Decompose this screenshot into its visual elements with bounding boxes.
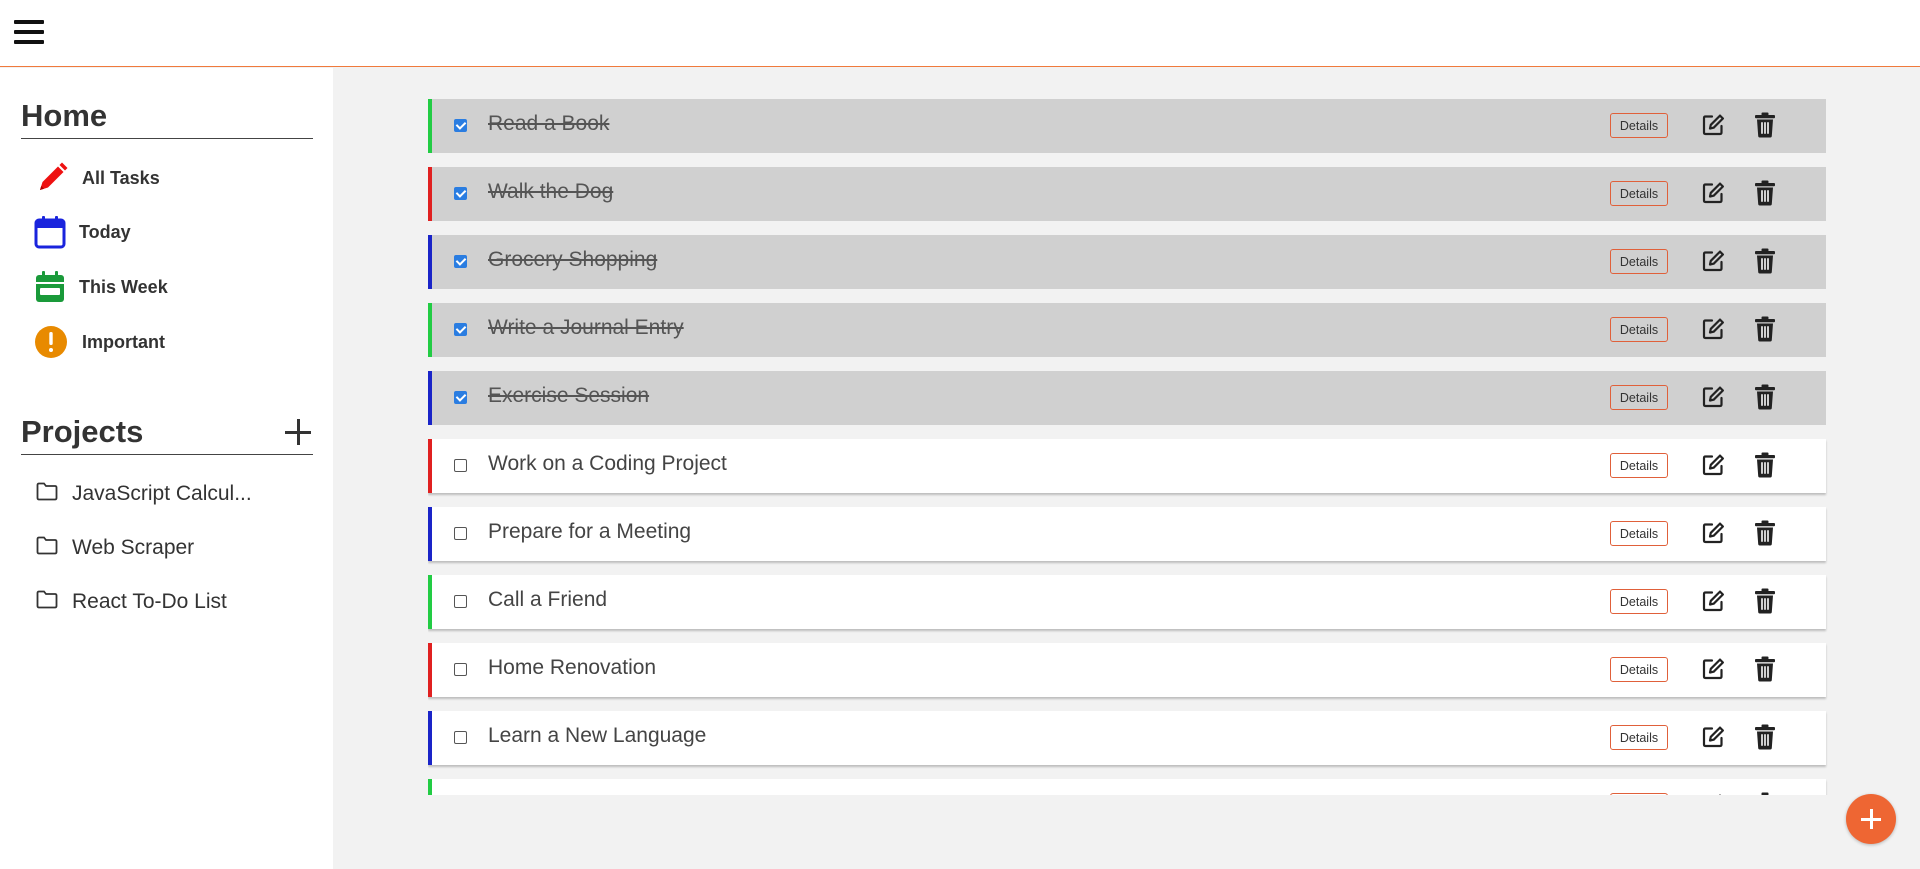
task-title: Exercise Session	[488, 384, 650, 407]
nav-item-all-tasks[interactable]: All Tasks	[34, 158, 314, 198]
nav-item-today[interactable]: Today	[34, 212, 314, 252]
nav-label: Important	[82, 331, 165, 352]
details-button[interactable]: Details	[1610, 657, 1668, 682]
details-button[interactable]: Details	[1610, 113, 1668, 138]
hamburger-line	[14, 30, 44, 34]
hamburger-line	[14, 20, 44, 24]
project-item[interactable]: React To-Do List	[36, 585, 316, 619]
edit-icon[interactable]	[1701, 793, 1725, 795]
details-button[interactable]: Details	[1610, 725, 1668, 750]
edit-icon[interactable]	[1701, 725, 1725, 749]
task-title: Write a Journal Entry	[488, 316, 684, 339]
task-row[interactable]: Exercise Session Details	[428, 371, 1826, 425]
pencil-icon	[34, 159, 72, 197]
edit-icon[interactable]	[1701, 181, 1725, 205]
task-row[interactable]: Details	[428, 779, 1826, 795]
task-checkbox[interactable]	[454, 119, 467, 132]
task-title: Work on a Coding Project	[488, 452, 727, 475]
folder-icon	[36, 536, 58, 560]
details-button[interactable]: Details	[1610, 385, 1668, 410]
task-title: Home Renovation	[488, 656, 657, 679]
project-label: JavaScript Calcul...	[72, 482, 252, 505]
home-title: Home	[21, 98, 108, 133]
task-row[interactable]: Learn a New Language Details	[428, 711, 1826, 765]
nav-item-important[interactable]: Important	[34, 322, 314, 362]
task-checkbox[interactable]	[454, 187, 467, 200]
trash-icon[interactable]	[1754, 112, 1776, 138]
task-checkbox[interactable]	[454, 527, 467, 540]
add-project-plus-icon[interactable]	[285, 419, 311, 445]
task-row[interactable]: Walk the Dog Details	[428, 167, 1826, 221]
task-title: Read a Book	[488, 112, 610, 135]
trash-icon[interactable]	[1754, 656, 1776, 682]
edit-icon[interactable]	[1701, 249, 1725, 273]
task-checkbox[interactable]	[454, 391, 467, 404]
nav-label: This Week	[79, 276, 168, 297]
nav-label: Today	[79, 221, 131, 242]
trash-icon[interactable]	[1754, 180, 1776, 206]
details-button[interactable]: Details	[1610, 589, 1668, 614]
task-row[interactable]: Prepare for a Meeting Details	[428, 507, 1826, 561]
task-checkbox[interactable]	[454, 731, 467, 744]
task-checkbox[interactable]	[454, 595, 467, 608]
trash-icon[interactable]	[1754, 520, 1776, 546]
task-row[interactable]: Read a Book Details	[428, 99, 1826, 153]
sidebar: Home All Tasks Today This Week Important…	[0, 68, 333, 869]
task-checkbox[interactable]	[454, 255, 467, 268]
details-button[interactable]: Details	[1610, 181, 1668, 206]
top-header	[0, 0, 1920, 67]
edit-icon[interactable]	[1701, 453, 1725, 477]
trash-icon[interactable]	[1754, 452, 1776, 478]
task-checkbox[interactable]	[454, 663, 467, 676]
task-row[interactable]: Work on a Coding Project Details	[428, 439, 1826, 493]
task-checkbox[interactable]	[454, 459, 467, 472]
nav-label: All Tasks	[82, 167, 160, 188]
projects-section-header: Projects	[21, 410, 313, 455]
details-button[interactable]: Details	[1610, 521, 1668, 546]
trash-icon[interactable]	[1754, 588, 1776, 614]
folder-icon	[36, 482, 58, 506]
folder-icon	[36, 590, 58, 614]
add-task-fab-button[interactable]	[1846, 794, 1896, 844]
calendar-icon	[34, 213, 72, 251]
project-item[interactable]: JavaScript Calcul...	[36, 477, 316, 511]
task-checkbox[interactable]	[454, 323, 467, 336]
edit-icon[interactable]	[1701, 657, 1725, 681]
task-row[interactable]: Call a Friend Details	[428, 575, 1826, 629]
projects-title: Projects	[21, 414, 144, 449]
task-title: Walk the Dog	[488, 180, 614, 203]
task-title: Call a Friend	[488, 588, 608, 611]
task-row[interactable]: Home Renovation Details	[428, 643, 1826, 697]
nav-item-this-week[interactable]: This Week	[34, 267, 314, 307]
project-label: Web Scraper	[72, 536, 195, 559]
edit-icon[interactable]	[1701, 113, 1725, 137]
trash-icon[interactable]	[1754, 724, 1776, 750]
trash-icon[interactable]	[1754, 316, 1776, 342]
details-button[interactable]: Details	[1610, 317, 1668, 342]
hamburger-line	[14, 40, 44, 44]
details-button[interactable]: Details	[1610, 793, 1668, 795]
task-title: Prepare for a Meeting	[488, 520, 692, 543]
trash-icon[interactable]	[1754, 384, 1776, 410]
hamburger-menu-icon[interactable]	[14, 18, 44, 45]
edit-icon[interactable]	[1701, 385, 1725, 409]
trash-icon[interactable]	[1754, 792, 1776, 795]
project-label: React To-Do List	[72, 590, 227, 613]
task-row[interactable]: Grocery Shopping Details	[428, 235, 1826, 289]
details-button[interactable]: Details	[1610, 249, 1668, 274]
project-item[interactable]: Web Scraper	[36, 531, 316, 565]
edit-icon[interactable]	[1701, 317, 1725, 341]
task-row[interactable]: Write a Journal Entry Details	[428, 303, 1826, 357]
task-list: Read a Book Details Walk the Dog Details Gro…	[428, 99, 1828, 795]
task-title: Learn a New Language	[488, 724, 707, 747]
exclamation-circle-icon	[34, 323, 72, 361]
home-section-header: Home	[21, 94, 313, 139]
edit-icon[interactable]	[1701, 521, 1725, 545]
details-button[interactable]: Details	[1610, 453, 1668, 478]
task-title: Grocery Shopping	[488, 248, 658, 271]
edit-icon[interactable]	[1701, 589, 1725, 613]
calendar-week-icon	[34, 268, 72, 306]
trash-icon[interactable]	[1754, 248, 1776, 274]
